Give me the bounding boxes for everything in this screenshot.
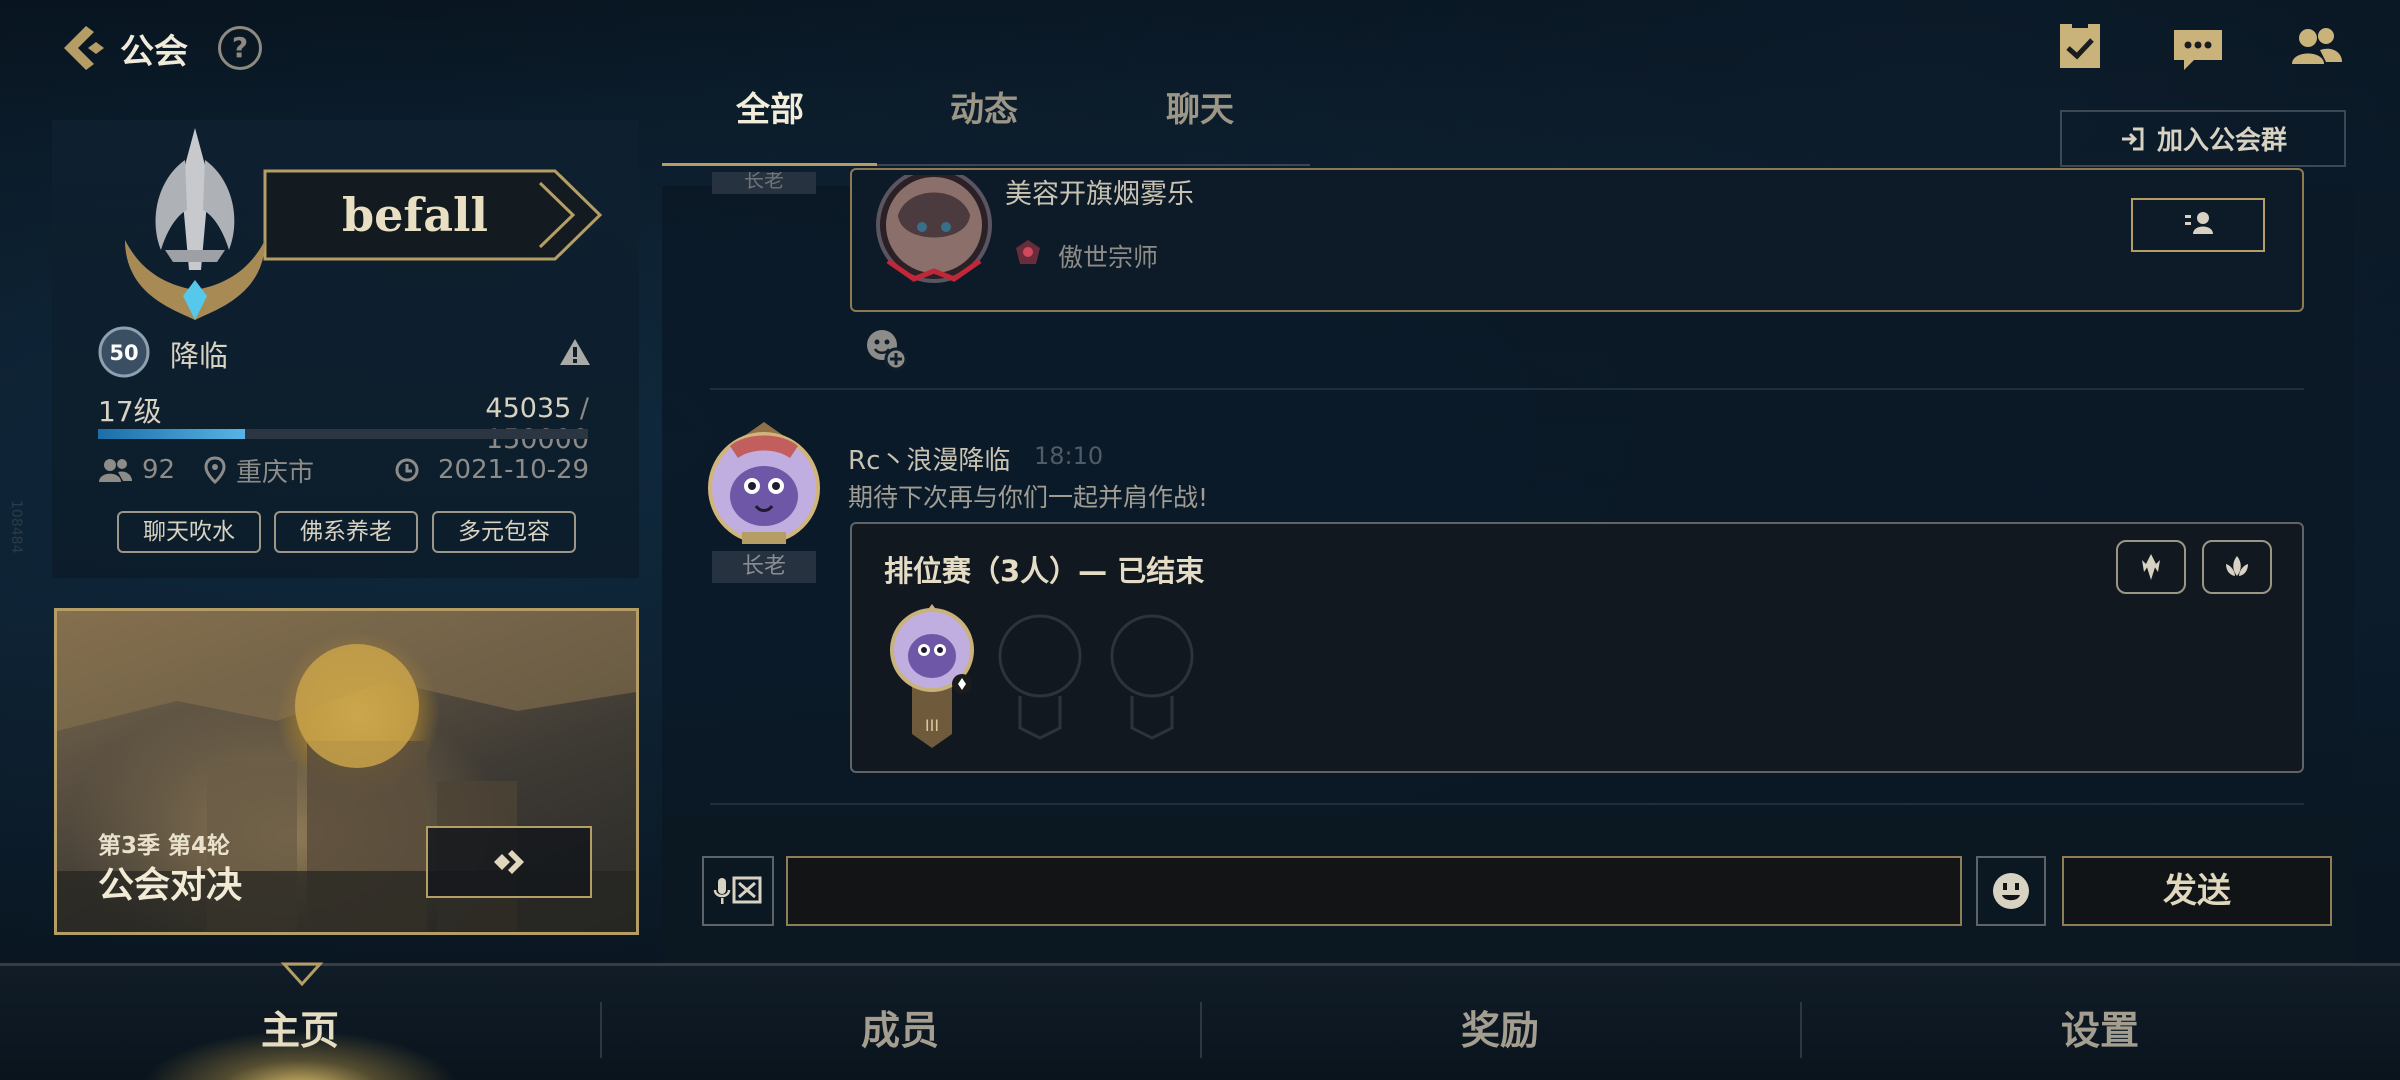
grandmaster-rank-icon [1010,236,1046,268]
join-guild-group-label: 加入公会群 [2156,126,2287,156]
active-tab-caret [280,962,324,987]
tab-chat[interactable]: 聊天 [1166,82,1234,131]
post-message: 期待下次再与你们一起并肩作战! [848,483,1209,512]
nav-members[interactable]: 成员 [600,1000,1200,1056]
guild-tag: 多元包容 [432,511,576,553]
back-button[interactable] [48,18,108,78]
guild-emblem-icon [125,128,265,320]
team-slot-empty [1110,614,1194,740]
elder-tag: 长老 [712,172,816,194]
page-title: 公会 [120,32,188,72]
slot-rank-numeral: III [925,716,939,735]
voice-keyboard-icon [713,876,762,904]
add-emoji-icon [867,330,908,371]
clock-icon [395,458,419,482]
location-pin-icon [204,456,226,484]
tab-all[interactable]: 全部 [736,82,804,131]
add-reaction-button[interactable] [864,327,908,371]
guild-tag: 聊天吹水 [117,511,261,553]
member-count-value: 92 [142,455,176,485]
xp-progress-fill [98,429,245,439]
elder-tag: 长老 [712,551,816,583]
tab-active-indicator [662,163,877,166]
task-check-button[interactable] [2050,20,2110,76]
xp-current: 45035 [485,393,572,424]
match-lotus-button[interactable] [2202,540,2272,594]
member-avatar[interactable] [868,167,1000,290]
add-friend-icon [2185,212,2213,234]
nav-rewards[interactable]: 奖励 [1200,1000,1800,1056]
chat-bubble-icon [2174,30,2222,70]
team-slot-player[interactable]: III [890,598,974,750]
arrow-right-icon [494,850,524,874]
nav-home[interactable]: 主页 [0,1000,600,1056]
friends-icon [2292,28,2342,64]
location-value: 重庆市 [236,457,315,488]
chat-button[interactable] [2168,20,2228,76]
member-name: 美容开旗烟雾乐 [1005,179,1194,210]
battle-enter-button[interactable] [426,826,592,898]
report-button[interactable] [558,336,592,368]
match-title: 排位赛（3人）— 已结束 [884,554,1205,588]
xp-progress-bar [98,429,588,439]
enter-icon [2121,127,2144,150]
team-slot-empty [998,614,1082,740]
member-rank: 傲世宗师 [1058,243,1159,272]
member-avatar[interactable] [702,418,826,548]
guild-location: 重庆市 [204,452,314,488]
add-friend-button[interactable] [2131,198,2265,252]
poster-name[interactable]: Rc丶浪漫降临 [848,440,1010,477]
help-button[interactable]: ? [218,26,262,70]
guild-emblem [105,120,285,330]
emoji-icon [1993,873,2029,909]
ranked-emblem-icon [2142,554,2160,580]
guild-level-label: 17级 [98,395,162,428]
match-mode-button[interactable] [2116,540,2186,594]
emoji-button[interactable] [1976,856,2046,926]
nav-settings[interactable]: 设置 [1800,1000,2400,1056]
guild-level-badge: 50 [98,326,150,378]
back-arrow-icon [64,26,104,70]
founded-date-value: 2021-10-29 [438,455,590,485]
side-watermark: 108484 [8,500,24,554]
post-divider [710,803,2304,805]
battle-season-label: 第3季 第4轮 [98,833,231,859]
battle-title: 公会对决 [98,865,243,906]
friends-button[interactable] [2286,20,2346,76]
guild-founded-date: 2021-10-29 [394,452,589,488]
tab-updates[interactable]: 动态 [950,82,1018,131]
join-guild-group-button[interactable]: 加入公会群 [2060,110,2346,167]
lotus-icon [2226,556,2248,576]
post-timestamp: 18:10 [1034,442,1104,470]
task-check-icon [2060,24,2100,68]
voice-input-button[interactable] [702,856,774,926]
member-count: 92 [98,452,175,488]
post-divider [710,388,2304,390]
guild-rank-name: 降临 [170,339,229,373]
members-icon [99,459,132,482]
send-button[interactable]: 发送 [2062,856,2332,926]
level-badge-number: 50 [109,341,138,365]
guild-tag: 佛系养老 [274,511,418,553]
warning-icon [560,339,590,365]
chat-input[interactable] [786,856,1962,926]
guild-xp-readout: 45035 / 150000 [380,393,589,455]
guild-name: befall [342,188,488,242]
